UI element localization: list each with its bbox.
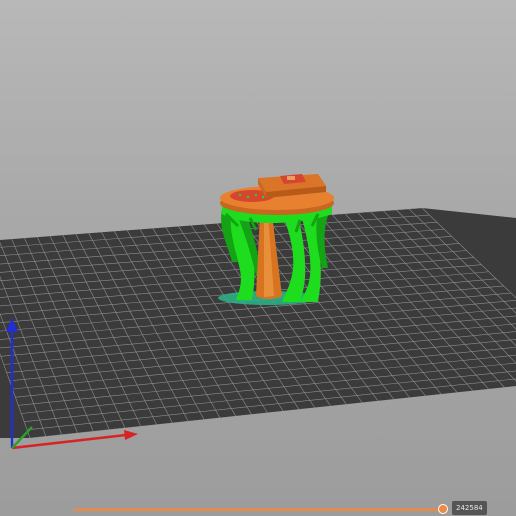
layer-slider-track[interactable] xyxy=(74,508,444,511)
layer-value-label: 242584 xyxy=(452,501,487,515)
layer-slider-handle[interactable] xyxy=(438,504,448,514)
3d-viewport[interactable] xyxy=(0,0,516,516)
model-top xyxy=(220,174,334,215)
print-bed xyxy=(0,208,516,438)
